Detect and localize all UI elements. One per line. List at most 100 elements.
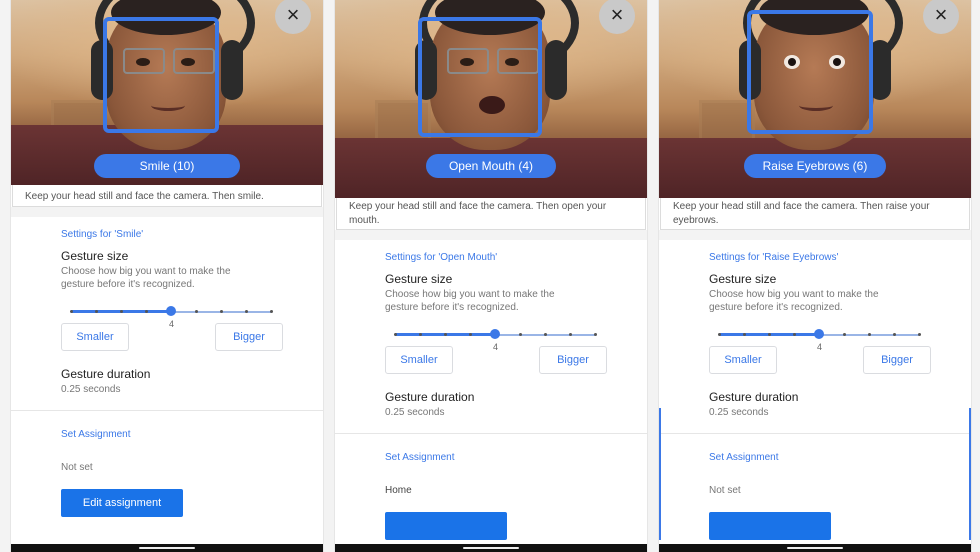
- face-detection-box: [103, 17, 219, 133]
- set-assignment-title[interactable]: Set Assignment: [709, 452, 951, 463]
- size-buttons: Smaller Bigger: [385, 346, 627, 376]
- bigger-button[interactable]: Bigger: [215, 323, 283, 351]
- home-indicator[interactable]: [139, 547, 195, 549]
- slider-tick: [444, 333, 447, 336]
- slider-tick: [394, 333, 397, 336]
- slider-tick: [120, 310, 123, 313]
- close-icon[interactable]: ×: [923, 0, 959, 34]
- bigger-button[interactable]: Bigger: [863, 346, 931, 374]
- slider-tick: [918, 333, 921, 336]
- gesture-size-description: Choose how big you want to make the gest…: [709, 289, 879, 313]
- camera-preview: Raise Eyebrows (6) ×: [659, 0, 971, 198]
- section-gap: [335, 230, 647, 240]
- slider-tick: [718, 333, 721, 336]
- close-icon[interactable]: ×: [275, 0, 311, 34]
- camera-preview: Smile (10) ×: [11, 0, 323, 185]
- slider-tick: [893, 333, 896, 336]
- slider-tick: [569, 333, 572, 336]
- gesture-size-label: Gesture size: [385, 272, 453, 286]
- panel-content: Open Mouth (4) × Keep your head still an…: [335, 0, 647, 540]
- edit-assignment-button[interactable]: [709, 512, 831, 540]
- assignment-value: Not set: [61, 462, 93, 473]
- slider-tick: [270, 310, 273, 313]
- settings-section: Settings for 'Smile' Gesture size Choose…: [11, 217, 323, 517]
- gesture-count-label: Raise Eyebrows (6): [744, 154, 886, 178]
- gesture-panel-open-mouth: Open Mouth (4) × Keep your head still an…: [334, 0, 648, 552]
- gesture-size-label: Gesture size: [61, 249, 129, 263]
- slider-tick: [70, 310, 73, 313]
- slider-tick: [544, 333, 547, 336]
- settings-title: Settings for 'Smile': [61, 229, 144, 240]
- gesture-panel-raise-eyebrows: Raise Eyebrows (6) × Keep your head stil…: [658, 0, 972, 552]
- system-nav-bar: [335, 544, 647, 552]
- gesture-size-slider[interactable]: [394, 326, 597, 344]
- gesture-size-description: Choose how big you want to make the gest…: [385, 289, 555, 313]
- slider-tick: [469, 333, 472, 336]
- slider-tick: [245, 310, 248, 313]
- section-gap: [659, 230, 971, 240]
- gesture-size-label: Gesture size: [709, 272, 777, 286]
- slider-tick: [843, 333, 846, 336]
- divider: [335, 433, 647, 434]
- smaller-button[interactable]: Smaller: [385, 346, 453, 374]
- instruction-text: Keep your head still and face the camera…: [12, 185, 322, 207]
- settings-section: Settings for 'Open Mouth' Gesture size C…: [335, 240, 647, 540]
- slider-thumb[interactable]: [166, 306, 176, 316]
- assignment-value: Not set: [709, 485, 741, 496]
- gesture-duration-value: 0.25 seconds: [385, 407, 445, 418]
- size-buttons: Smaller Bigger: [709, 346, 951, 376]
- instruction-text: Keep your head still and face the camera…: [660, 198, 970, 230]
- smaller-button[interactable]: Smaller: [709, 346, 777, 374]
- bigger-button[interactable]: Bigger: [539, 346, 607, 374]
- divider: [659, 433, 971, 434]
- slider-tick: [868, 333, 871, 336]
- settings-title: Settings for 'Raise Eyebrows': [709, 252, 839, 263]
- slider-tick: [519, 333, 522, 336]
- face-detection-box: [747, 10, 873, 134]
- slider-tick: [419, 333, 422, 336]
- slider-tick: [220, 310, 223, 313]
- slider-tick: [768, 333, 771, 336]
- gesture-duration-value: 0.25 seconds: [61, 384, 121, 395]
- gesture-size-slider[interactable]: [718, 326, 921, 344]
- scroll-edge-left: [659, 408, 661, 540]
- edit-assignment-button[interactable]: [385, 512, 507, 540]
- settings-title: Settings for 'Open Mouth': [385, 252, 498, 263]
- gesture-panel-smile: Smile (10) × Keep your head still and fa…: [10, 0, 324, 552]
- settings-section: Settings for 'Raise Eyebrows' Gesture si…: [659, 240, 971, 540]
- set-assignment-title[interactable]: Set Assignment: [385, 452, 627, 463]
- divider: [11, 410, 323, 411]
- system-nav-bar: [11, 544, 323, 552]
- headphone-right: [221, 40, 243, 100]
- gesture-count-label: Smile (10): [94, 154, 240, 178]
- assignment-value: Home: [385, 485, 412, 496]
- section-gap: [11, 207, 323, 217]
- slider-thumb[interactable]: [814, 329, 824, 339]
- gesture-size-description: Choose how big you want to make the gest…: [61, 266, 231, 290]
- panel-content: Raise Eyebrows (6) × Keep your head stil…: [659, 0, 971, 540]
- smaller-button[interactable]: Smaller: [61, 323, 129, 351]
- home-indicator[interactable]: [787, 547, 843, 549]
- slider-tick: [743, 333, 746, 336]
- gesture-duration-label: Gesture duration: [385, 390, 475, 404]
- headphone-right: [545, 40, 567, 100]
- instruction-text: Keep your head still and face the camera…: [336, 198, 646, 230]
- slider-tick: [793, 333, 796, 336]
- edit-assignment-button[interactable]: Edit assignment: [61, 489, 183, 517]
- slider-thumb[interactable]: [490, 329, 500, 339]
- camera-preview: Open Mouth (4) ×: [335, 0, 647, 198]
- gesture-count-label: Open Mouth (4): [426, 154, 556, 178]
- panel-content: Smile (10) × Keep your head still and fa…: [11, 0, 323, 517]
- system-nav-bar: [659, 544, 971, 552]
- gesture-size-slider[interactable]: [70, 303, 273, 321]
- slider-tick: [95, 310, 98, 313]
- gesture-duration-value: 0.25 seconds: [709, 407, 769, 418]
- slider-tick: [145, 310, 148, 313]
- home-indicator[interactable]: [463, 547, 519, 549]
- size-buttons: Smaller Bigger: [61, 323, 303, 353]
- close-icon[interactable]: ×: [599, 0, 635, 34]
- slider-tick: [594, 333, 597, 336]
- gesture-duration-label: Gesture duration: [709, 390, 799, 404]
- face-detection-box: [418, 17, 542, 137]
- set-assignment-title[interactable]: Set Assignment: [61, 429, 303, 440]
